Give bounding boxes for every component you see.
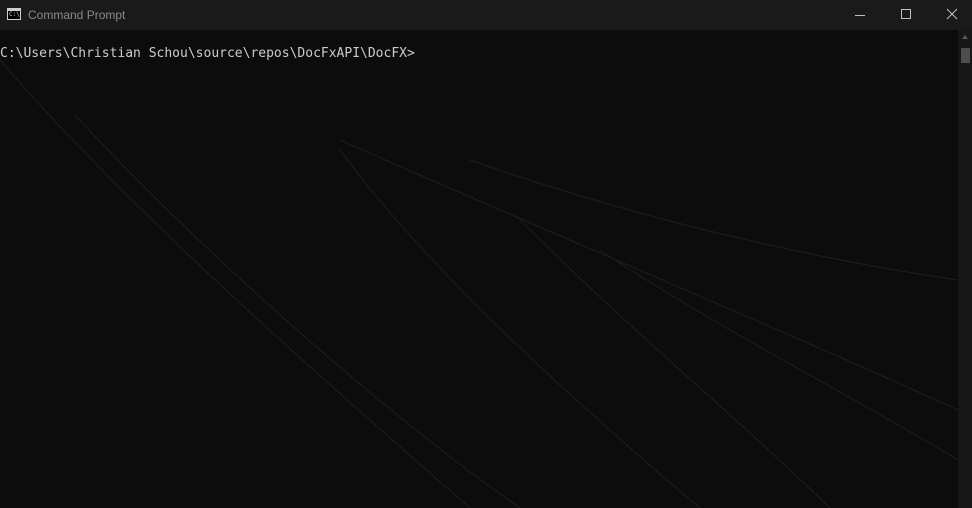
background-streaks (0, 59, 958, 508)
close-button[interactable] (929, 0, 972, 30)
cmd-app-icon[interactable]: C:\ (7, 8, 21, 20)
command-prompt-window: C:\ Command Prompt C:\Users\Christian Sc… (0, 0, 972, 508)
title-bar[interactable]: C:\ Command Prompt (0, 0, 972, 30)
command-prompt-line: C:\Users\Christian Schou\source\repos\Do… (0, 46, 415, 61)
window-title: Command Prompt (28, 8, 126, 22)
scroll-up-arrow-icon[interactable] (958, 30, 972, 44)
scroll-thumb[interactable] (961, 48, 970, 63)
close-icon (946, 8, 958, 20)
console-output-area[interactable]: C:\Users\Christian Schou\source\repos\Do… (0, 30, 958, 508)
minimize-button[interactable] (837, 0, 883, 30)
maximize-button[interactable] (883, 0, 929, 30)
minimize-icon (855, 15, 865, 16)
vertical-scrollbar[interactable] (958, 30, 972, 508)
maximize-icon (901, 9, 911, 19)
app-icon-glyph: C:\ (9, 11, 20, 18)
